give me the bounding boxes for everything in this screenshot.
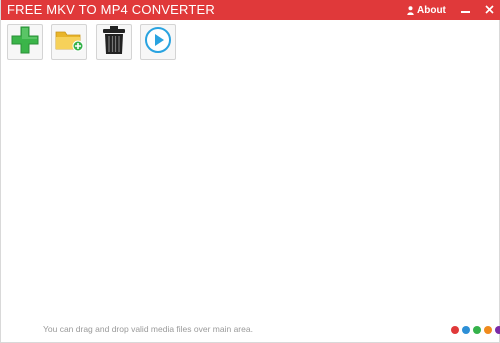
trash-icon (101, 25, 127, 60)
play-icon (144, 26, 172, 59)
theme-dot-purple[interactable] (495, 326, 500, 334)
file-drop-area[interactable] (1, 64, 499, 314)
app-title: FREE MKV TO MP4 CONVERTER (7, 2, 215, 17)
title-bar[interactable]: FREE MKV TO MP4 CONVERTER About (1, 0, 500, 20)
app-window: FREE MKV TO MP4 CONVERTER About You can … (0, 0, 500, 343)
close-button[interactable] (479, 0, 499, 20)
close-icon (484, 1, 494, 19)
add-folder-button[interactable] (51, 24, 87, 60)
about-button[interactable]: About (407, 3, 446, 17)
add-files-button[interactable] (7, 24, 43, 60)
minimize-button[interactable] (455, 0, 475, 20)
theme-dot-orange[interactable] (484, 326, 492, 334)
theme-dot-red[interactable] (451, 326, 459, 334)
theme-selector (451, 326, 500, 334)
user-icon (407, 5, 414, 15)
theme-dot-blue[interactable] (462, 326, 470, 334)
drag-drop-hint: You can drag and drop valid media files … (43, 324, 253, 334)
about-label: About (417, 4, 446, 16)
convert-button[interactable] (140, 24, 176, 60)
folder-add-icon (54, 27, 84, 58)
delete-button[interactable] (96, 24, 132, 60)
minimize-icon (460, 1, 470, 19)
theme-dot-green[interactable] (473, 326, 481, 334)
plus-icon (11, 26, 39, 59)
